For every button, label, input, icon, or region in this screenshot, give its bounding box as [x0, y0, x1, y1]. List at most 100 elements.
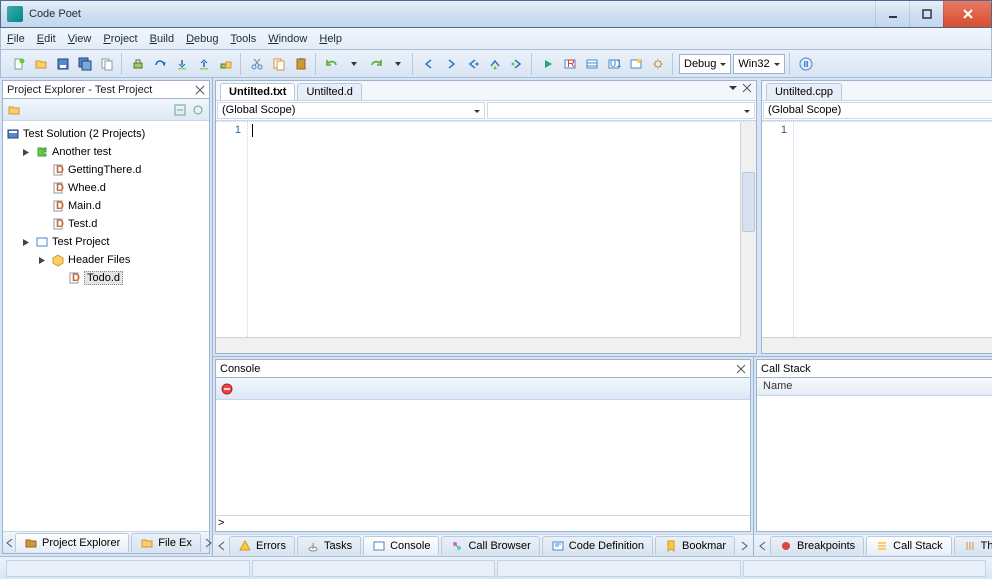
horizontal-scrollbar[interactable]	[762, 337, 992, 353]
close-icon[interactable]	[195, 85, 205, 95]
dropdown-icon[interactable]	[728, 83, 738, 93]
member-select[interactable]	[487, 102, 755, 119]
show-memory-button[interactable]	[582, 54, 602, 74]
console-input[interactable]: >	[216, 515, 750, 531]
menu-view[interactable]: View	[68, 33, 92, 45]
project-node[interactable]: Another test	[5, 143, 207, 161]
tab-file-explorer[interactable]: File Ex	[131, 533, 201, 552]
nav-left-button[interactable]	[419, 54, 439, 74]
save-all-button[interactable]	[75, 54, 95, 74]
tab-code-def[interactable]: Code Definition	[542, 536, 653, 555]
redo-drop-button[interactable]	[388, 54, 408, 74]
file-label: Main.d	[68, 200, 101, 212]
expander-icon[interactable]	[37, 255, 48, 266]
new-file-button[interactable]	[9, 54, 29, 74]
menu-debug[interactable]: Debug	[186, 33, 218, 45]
show-disasm-button[interactable]: 01	[604, 54, 624, 74]
tab-bookmarks[interactable]: Bookmar	[655, 536, 735, 555]
tab-callstack[interactable]: Call Stack	[866, 536, 952, 555]
menu-project[interactable]: Project	[103, 33, 137, 45]
step-over-button[interactable]	[150, 54, 170, 74]
file-node[interactable]: DTodo.d	[5, 269, 207, 287]
code-editor[interactable]	[794, 122, 992, 353]
scroll-right-icon[interactable]	[737, 541, 751, 551]
d-file-icon: D	[66, 270, 82, 286]
scroll-left-icon[interactable]	[215, 541, 229, 551]
project-node[interactable]: Test Project	[5, 233, 207, 251]
scope-value: (Global Scope)	[768, 104, 841, 116]
close-icon[interactable]	[742, 83, 752, 93]
scroll-left-icon[interactable]	[5, 538, 15, 548]
menu-file[interactable]: File	[7, 33, 25, 45]
editor-tab[interactable]: Untilted.txt	[220, 83, 295, 100]
show-asm-button[interactable]	[626, 54, 646, 74]
solution-node[interactable]: Test Solution (2 Projects)	[5, 125, 207, 143]
build-config-select[interactable]: Debug	[679, 54, 731, 74]
code-editor[interactable]	[248, 122, 756, 353]
menu-window[interactable]: Window	[268, 33, 307, 45]
build-button[interactable]	[128, 54, 148, 74]
undo-button[interactable]	[322, 54, 342, 74]
vertical-scrollbar[interactable]	[740, 122, 756, 337]
nav-marker-up-button[interactable]	[485, 54, 505, 74]
menu-tools[interactable]: Tools	[231, 33, 257, 45]
scope-select[interactable]: (Global Scope)	[763, 102, 992, 119]
folder-node[interactable]: Header Files	[5, 251, 207, 269]
menu-edit[interactable]: Edit	[37, 33, 56, 45]
file-node[interactable]: DTest.d	[5, 215, 207, 233]
tab-project-explorer[interactable]: Project Explorer	[15, 533, 129, 552]
run-button[interactable]	[538, 54, 558, 74]
copy-button[interactable]	[97, 54, 117, 74]
save-button[interactable]	[53, 54, 73, 74]
folder-icon[interactable]	[7, 103, 21, 117]
svg-text:D: D	[56, 218, 64, 230]
pause-button[interactable]	[796, 54, 816, 74]
horizontal-scrollbar[interactable]	[216, 337, 740, 353]
menu-help[interactable]: Help	[319, 33, 342, 45]
redo-button[interactable]	[366, 54, 386, 74]
callstack-body[interactable]	[757, 396, 992, 531]
tab-tasks[interactable]: Tasks	[297, 536, 361, 555]
window-close-button[interactable]	[943, 1, 991, 27]
file-node[interactable]: DGettingThere.d	[5, 161, 207, 179]
build-project-button[interactable]	[216, 54, 236, 74]
tab-call-browser[interactable]: Call Browser	[441, 536, 539, 555]
sync-icon[interactable]	[191, 103, 205, 117]
copy2-button[interactable]	[269, 54, 289, 74]
editor-tab[interactable]: Untilted.cpp	[766, 83, 842, 100]
step-into-button[interactable]	[172, 54, 192, 74]
collapse-icon[interactable]	[173, 103, 187, 117]
cut-button[interactable]	[247, 54, 267, 74]
expander-icon[interactable]	[21, 237, 32, 248]
show-registers-button[interactable]: R	[560, 54, 580, 74]
window-minimize-button[interactable]	[875, 1, 909, 27]
scroll-left-icon[interactable]	[756, 541, 770, 551]
undo-drop-button[interactable]	[344, 54, 364, 74]
open-button[interactable]	[31, 54, 51, 74]
tab-breakpoints[interactable]: Breakpoints	[770, 536, 864, 555]
tab-errors[interactable]: Errors	[229, 536, 295, 555]
window-maximize-button[interactable]	[909, 1, 943, 27]
editor-tab[interactable]: Untilted.d	[297, 83, 361, 100]
platform-select[interactable]: Win32	[733, 54, 784, 74]
scroll-right-icon[interactable]	[203, 538, 213, 548]
stop-icon[interactable]	[220, 382, 234, 396]
tab-label: Untilted.txt	[229, 86, 286, 98]
scope-select[interactable]: (Global Scope)	[217, 102, 485, 119]
expander-icon[interactable]	[21, 147, 32, 158]
paste-button[interactable]	[291, 54, 311, 74]
file-label: Todo.d	[84, 271, 123, 285]
tab-console[interactable]: Console	[363, 536, 439, 555]
console-output[interactable]	[216, 400, 750, 515]
menu-build[interactable]: Build	[150, 33, 174, 45]
step-out-button[interactable]	[194, 54, 214, 74]
nav-right-button[interactable]	[441, 54, 461, 74]
col-name[interactable]: Name	[757, 378, 992, 395]
options-button[interactable]	[648, 54, 668, 74]
nav-marker-left-button[interactable]	[463, 54, 483, 74]
tab-threads[interactable]: Threads	[954, 536, 992, 555]
file-node[interactable]: DWhee.d	[5, 179, 207, 197]
nav-marker-right-button[interactable]	[507, 54, 527, 74]
close-icon[interactable]	[736, 364, 746, 374]
file-node[interactable]: DMain.d	[5, 197, 207, 215]
